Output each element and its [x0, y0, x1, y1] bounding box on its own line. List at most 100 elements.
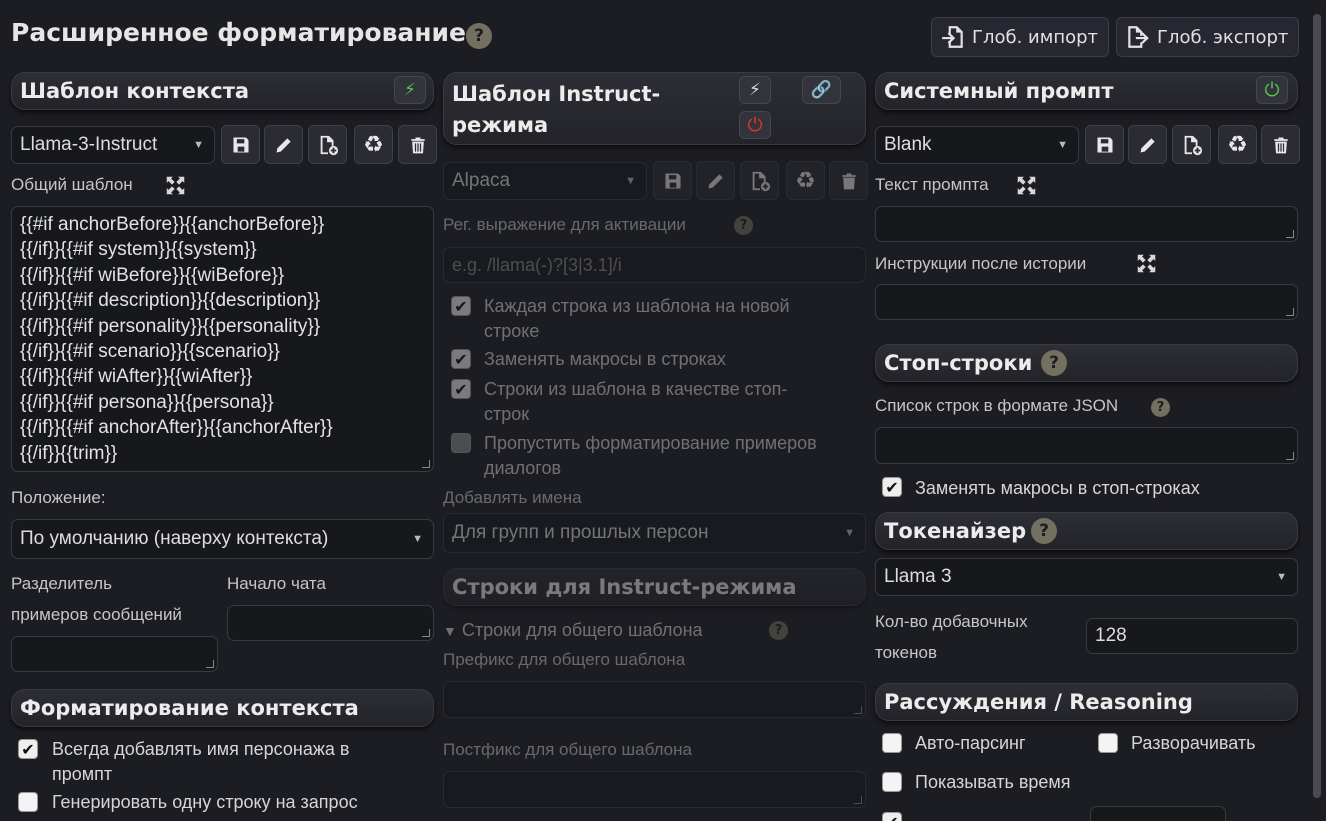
- separator-label-line1: Разделитель: [11, 574, 112, 593]
- single-line-checkbox[interactable]: [18, 792, 38, 812]
- instruct-save-button[interactable]: [653, 161, 692, 200]
- instruct-bind-button[interactable]: ⚡: [739, 76, 771, 104]
- position-value: По умолчанию (наверху контекста): [20, 528, 329, 549]
- reasoning-header: Рассуждения / Reasoning: [875, 683, 1298, 721]
- system-new-button[interactable]: [1172, 125, 1211, 164]
- context-formatting-header: Форматирование контекста: [11, 689, 434, 727]
- story-prefix-input[interactable]: [443, 681, 866, 718]
- example-separator-input[interactable]: [11, 636, 218, 672]
- bolt-icon: ⚡: [404, 80, 416, 100]
- story-prefix-label: Префикс для общего шаблона: [443, 650, 686, 669]
- system-power-button[interactable]: ⏻: [1256, 76, 1288, 104]
- post-history-input[interactable]: [875, 284, 1298, 320]
- file-export-icon: [1128, 26, 1149, 48]
- always-add-name-checkbox[interactable]: ✔: [18, 739, 38, 759]
- instruct-restore-button[interactable]: ♻: [786, 161, 825, 200]
- activation-regex-input[interactable]: e.g. /llama(-)?[3|3.1]/i: [443, 247, 866, 283]
- skip-examples-checkbox[interactable]: [451, 433, 471, 453]
- auto-expand-checkbox[interactable]: [1098, 733, 1118, 753]
- activation-regex-label: Рег. выражение для активации: [443, 215, 686, 234]
- instruct-new-button[interactable]: [740, 161, 779, 200]
- global-export-button[interactable]: Глоб. экспорт: [1116, 17, 1299, 57]
- help-icon[interactable]: ?: [734, 216, 753, 235]
- stop-macro-label: Заменять макросы в стоп-строках: [915, 478, 1200, 498]
- triangle-down-icon: ▼: [443, 623, 457, 639]
- help-icon[interactable]: ?: [1151, 398, 1170, 417]
- partial-input[interactable]: [1090, 806, 1226, 821]
- story-sequences-toggle[interactable]: ▼ Строки для общего шаблона: [443, 618, 703, 644]
- instruct-sequences-title: Строки для Instruct-режима: [452, 575, 797, 599]
- instruct-template-title-2: режима: [452, 113, 549, 137]
- file-import-icon: [942, 26, 963, 48]
- instruct-sync-button[interactable]: 🔗: [802, 76, 841, 104]
- context-template-header: Шаблон контекста: [11, 72, 434, 110]
- context-bind-button[interactable]: ⚡: [394, 76, 426, 104]
- help-icon[interactable]: ?: [1041, 350, 1067, 376]
- story-string-line: {{/if}}{{trim}}: [20, 442, 118, 464]
- context-preset-select[interactable]: Llama-3-Instruct ▼: [11, 126, 215, 164]
- context-new-button[interactable]: [308, 125, 347, 164]
- system-delete-button[interactable]: [1261, 125, 1300, 164]
- instruct-delete-button[interactable]: [829, 161, 868, 200]
- auto-parse-label: Авто-парсинг: [915, 733, 1026, 753]
- story-string-line: {{/if}}{{#if description}}{{description}…: [20, 290, 321, 312]
- sequences-as-stop-checkbox[interactable]: ✔: [451, 379, 471, 399]
- recycle-icon: ♻: [363, 131, 384, 158]
- stop-strings-header: Стоп-строки: [875, 344, 1298, 382]
- instruct-power-button[interactable]: ⏻: [739, 111, 771, 139]
- sequences-as-stop-label-2: строк: [484, 404, 530, 424]
- macro-checkbox[interactable]: ✔: [451, 349, 471, 369]
- help-icon[interactable]: ?: [769, 621, 788, 640]
- auto-parse-checkbox[interactable]: [882, 733, 902, 753]
- system-prompt-header: Системный промпт: [875, 72, 1298, 110]
- story-string-line: {{/if}}{{#if wiAfter}}{{wiAfter}}: [20, 366, 253, 388]
- tokenizer-value: Llama 3: [884, 566, 952, 587]
- chat-start-label: Начало чата: [227, 574, 326, 593]
- story-string-label: Общий шаблон: [11, 175, 133, 194]
- context-restore-button[interactable]: ♻: [354, 125, 393, 164]
- instruct-preset-select[interactable]: Alpaca ▼: [443, 162, 647, 200]
- prompt-text-input[interactable]: [875, 206, 1298, 242]
- power-icon: ⏻: [1264, 79, 1280, 101]
- position-select[interactable]: По умолчанию (наверху контекста) ▼: [11, 519, 434, 559]
- partial-checkbox[interactable]: ✔: [882, 812, 902, 821]
- expand-icon[interactable]: [1136, 253, 1157, 279]
- tokenizer-title: Токенайзер: [884, 519, 1027, 543]
- stop-macro-checkbox[interactable]: ✔: [882, 477, 902, 497]
- chevron-down-icon: ▼: [844, 527, 855, 539]
- auto-expand-label: Разворачивать: [1131, 733, 1256, 753]
- context-rename-button[interactable]: [264, 125, 303, 164]
- story-string-line: {{/if}}{{#if wiBefore}}{{wiBefore}}: [20, 264, 285, 286]
- global-import-button[interactable]: Глоб. импорт: [931, 17, 1109, 57]
- story-string-textarea[interactable]: {{#if anchorBefore}}{{anchorBefore}} {{/i…: [11, 206, 434, 472]
- tokenizer-header: Токенайзер: [875, 512, 1298, 550]
- story-sequences-label: Строки для общего шаблона: [461, 620, 703, 640]
- help-icon[interactable]: ?: [1031, 518, 1057, 544]
- chat-start-input[interactable]: [227, 605, 434, 641]
- single-line-label: Генерировать одну строку на запрос: [52, 792, 358, 812]
- scrollbar[interactable]: [1313, 14, 1321, 798]
- system-rename-button[interactable]: [1128, 125, 1167, 164]
- system-preset-select[interactable]: Blank ▼: [875, 126, 1079, 164]
- include-names-select[interactable]: Для групп и прошлых персон ▼: [443, 513, 866, 553]
- context-template-title: Шаблон контекста: [20, 79, 250, 103]
- tokenizer-select[interactable]: Llama 3 ▼: [875, 558, 1298, 596]
- padding-input[interactable]: 128: [1086, 618, 1298, 654]
- story-suffix-input[interactable]: [443, 771, 866, 808]
- bolt-icon: ⚡: [749, 80, 761, 100]
- stop-list-input[interactable]: [875, 427, 1298, 464]
- system-restore-button[interactable]: ♻: [1218, 125, 1257, 164]
- context-delete-button[interactable]: [398, 125, 437, 164]
- expand-icon[interactable]: [165, 175, 186, 201]
- instruct-rename-button[interactable]: [696, 161, 735, 200]
- reasoning-title: Рассуждения / Reasoning: [884, 690, 1193, 714]
- system-save-button[interactable]: [1085, 125, 1124, 164]
- wrap-checkbox[interactable]: ✔: [451, 296, 471, 316]
- skip-examples-label-2: диалогов: [484, 458, 562, 478]
- help-icon[interactable]: ?: [466, 23, 492, 49]
- pencil-icon: [1140, 137, 1155, 152]
- show-time-checkbox[interactable]: [882, 772, 902, 792]
- expand-icon[interactable]: [1016, 175, 1037, 201]
- include-names-label: Добавлять имена: [443, 488, 582, 507]
- context-save-button[interactable]: [221, 125, 260, 164]
